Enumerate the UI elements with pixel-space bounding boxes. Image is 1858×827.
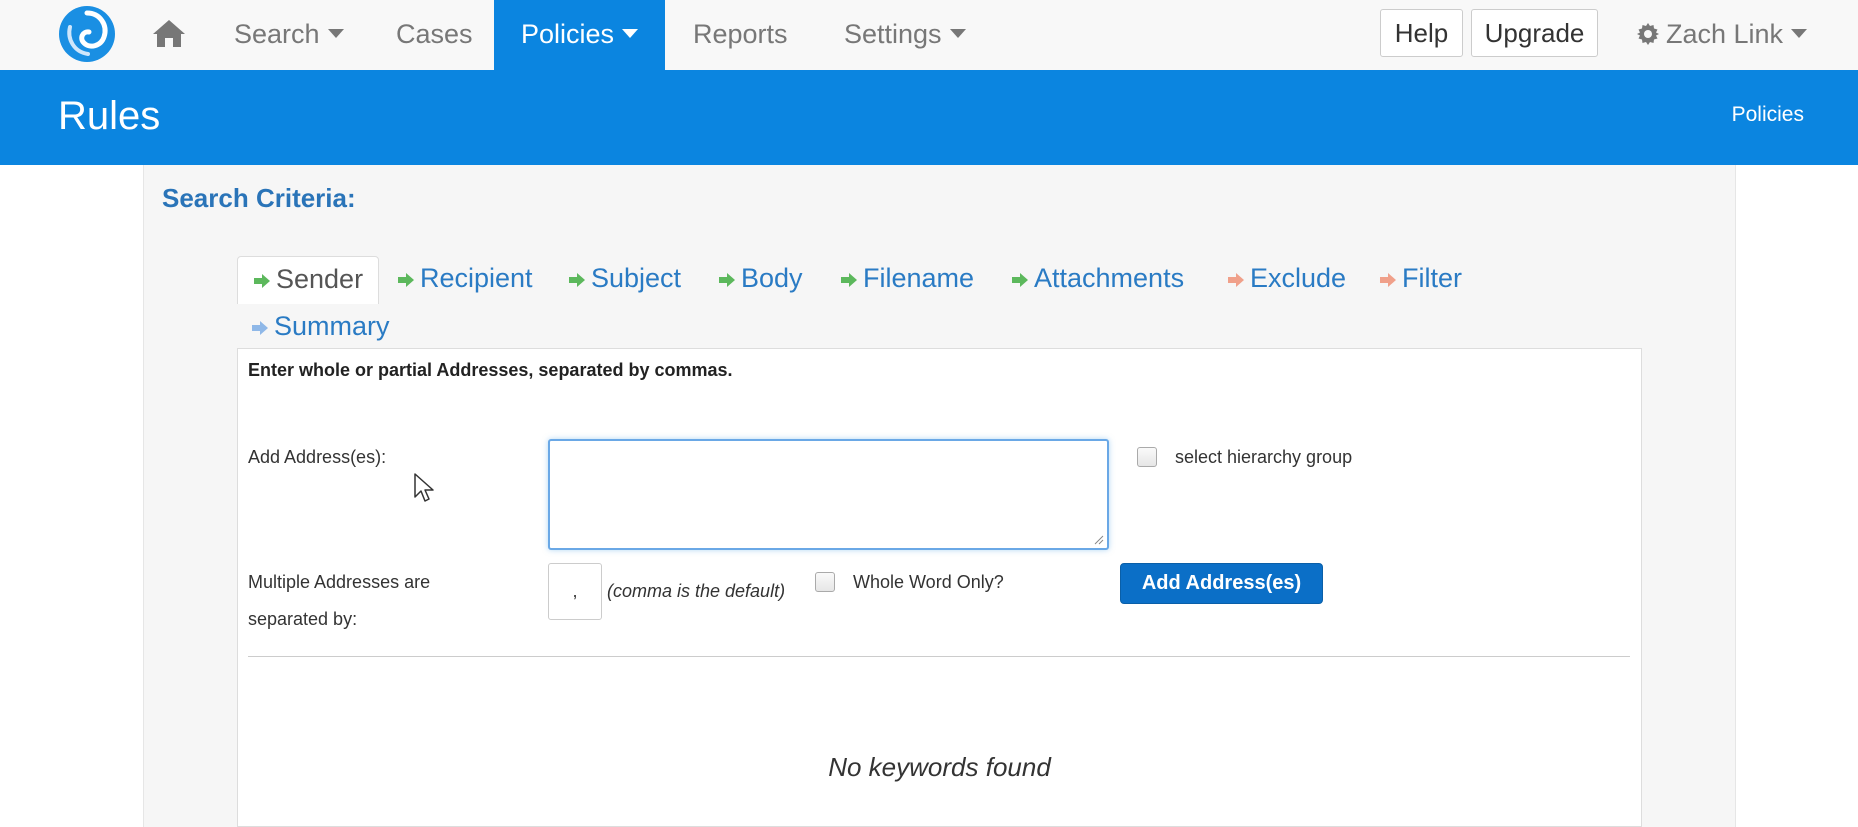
tab-sender-label: Sender xyxy=(276,264,364,294)
arrow-right-icon xyxy=(569,256,585,300)
nav-search[interactable]: Search xyxy=(234,0,344,70)
arrow-right-icon xyxy=(254,257,270,301)
tab-recipient[interactable]: Recipient xyxy=(398,256,533,302)
nav-settings[interactable]: Settings xyxy=(844,0,966,70)
home-icon[interactable] xyxy=(150,14,188,52)
tab-summary-label: Summary xyxy=(274,311,390,341)
mouse-pointer-icon xyxy=(414,473,434,502)
tab-filter[interactable]: Filter xyxy=(1380,256,1462,302)
nav-search-label: Search xyxy=(234,19,320,49)
arrow-right-icon xyxy=(841,256,857,300)
tab-filename-label: Filename xyxy=(863,263,975,293)
tab-summary[interactable]: Summary xyxy=(252,304,390,350)
arrow-right-icon xyxy=(252,304,268,348)
upgrade-button[interactable]: Upgrade xyxy=(1471,9,1598,57)
address-textarea[interactable] xyxy=(548,439,1109,550)
search-criteria-title: Search Criteria: xyxy=(162,183,356,213)
user-menu[interactable]: Zach Link xyxy=(1636,0,1808,70)
chevron-down-icon xyxy=(1791,29,1808,39)
hierarchy-group-checkbox[interactable] xyxy=(1137,447,1157,467)
tab-subject-label: Subject xyxy=(591,263,682,293)
whole-word-checkbox[interactable] xyxy=(815,572,835,592)
add-address-label: Add Address(es): xyxy=(248,447,387,467)
arrow-right-icon xyxy=(1380,256,1396,300)
top-navbar: Search Cases Policies Reports Settings H… xyxy=(0,0,1858,70)
separator-label-line2: separated by: xyxy=(248,609,358,629)
empty-keywords-message: No keywords found xyxy=(828,752,1051,782)
tab-recipient-label: Recipient xyxy=(420,263,533,293)
hierarchy-group-label[interactable]: select hierarchy group xyxy=(1175,447,1352,468)
separator-input[interactable]: , xyxy=(548,563,602,620)
swirl-logo-icon[interactable] xyxy=(58,5,116,63)
separator-hint: (comma is the default) xyxy=(607,581,786,601)
add-addresses-button[interactable]: Add Address(es) xyxy=(1120,563,1323,604)
page-title: Rules xyxy=(58,94,161,138)
tab-subject[interactable]: Subject xyxy=(569,256,681,302)
resize-grip-icon[interactable] xyxy=(1094,535,1104,545)
arrow-right-icon xyxy=(1228,256,1244,300)
tab-exclude[interactable]: Exclude xyxy=(1228,256,1346,302)
user-name: Zach Link xyxy=(1666,19,1784,49)
nav-policies-label: Policies xyxy=(520,19,615,49)
tab-body-label: Body xyxy=(741,263,803,293)
divider xyxy=(248,656,1630,657)
nav-cases-label: Cases xyxy=(396,19,473,49)
breadcrumb-policies[interactable]: Policies xyxy=(1732,103,1804,127)
nav-policies[interactable]: Policies xyxy=(494,0,665,70)
tab-filter-label: Filter xyxy=(1402,263,1462,293)
arrow-right-icon xyxy=(1012,256,1028,300)
nav-reports-label: Reports xyxy=(693,19,788,49)
nav-reports[interactable]: Reports xyxy=(693,0,788,70)
nav-settings-label: Settings xyxy=(844,19,942,49)
tab-exclude-label: Exclude xyxy=(1250,263,1347,293)
instructions-text: Enter whole or partial Addresses, separa… xyxy=(248,360,733,380)
chevron-down-icon xyxy=(327,29,344,39)
nav-cases[interactable]: Cases xyxy=(396,0,473,70)
chevron-down-icon xyxy=(949,29,966,39)
whole-word-label[interactable]: Whole Word Only? xyxy=(853,572,1004,593)
chevron-down-icon xyxy=(622,29,639,39)
separator-label-line1: Multiple Addresses are xyxy=(248,572,431,592)
tab-sender[interactable]: Sender xyxy=(237,256,379,304)
page-header: Rules Policies xyxy=(0,70,1858,165)
tab-attachments-label: Attachments xyxy=(1034,263,1185,293)
help-button[interactable]: Help xyxy=(1380,9,1463,57)
tab-body[interactable]: Body xyxy=(719,256,803,302)
gear-icon xyxy=(1637,22,1659,45)
tab-attachments[interactable]: Attachments xyxy=(1012,256,1184,302)
tab-filename[interactable]: Filename xyxy=(841,256,974,302)
arrow-right-icon xyxy=(398,256,414,300)
arrow-right-icon xyxy=(719,256,735,300)
